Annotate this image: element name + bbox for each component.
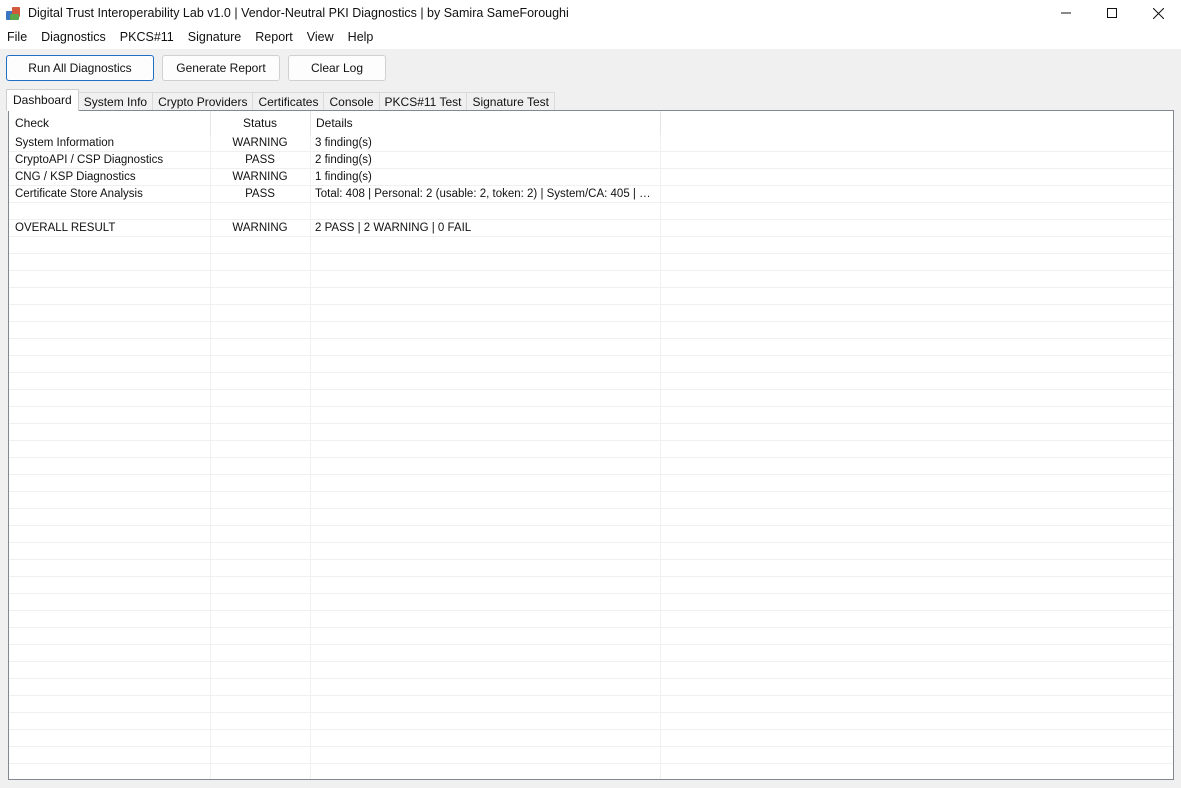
empty-row (9, 594, 1173, 611)
menu-signature[interactable]: Signature (181, 26, 249, 49)
empty-row (9, 696, 1173, 713)
cell-status: PASS (245, 188, 275, 200)
close-button[interactable] (1135, 0, 1181, 26)
maximize-button[interactable] (1089, 0, 1135, 26)
empty-row (9, 356, 1173, 373)
cell-status: WARNING (232, 137, 288, 149)
empty-row (9, 305, 1173, 322)
tab-dashboard[interactable]: Dashboard (6, 89, 79, 111)
empty-rows (9, 237, 1173, 779)
cell-details: 2 PASS | 2 WARNING | 0 FAIL (315, 222, 472, 234)
cell-check: Certificate Store Analysis (15, 188, 143, 200)
empty-row (9, 662, 1173, 679)
table-row[interactable] (9, 203, 1173, 220)
tab-strip: Dashboard System Info Crypto Providers C… (6, 89, 555, 111)
empty-row (9, 509, 1173, 526)
list-header: Check Status Details (9, 111, 1173, 135)
empty-row (9, 492, 1173, 509)
cell-details: 1 finding(s) (315, 171, 372, 183)
tab-certificates[interactable]: Certificates (252, 92, 325, 111)
table-row[interactable]: System Information WARNING 3 finding(s) (9, 135, 1173, 152)
empty-row (9, 577, 1173, 594)
empty-row (9, 645, 1173, 662)
run-all-diagnostics-button[interactable]: Run All Diagnostics (6, 55, 154, 81)
menu-help[interactable]: Help (341, 26, 381, 49)
menu-report[interactable]: Report (248, 26, 300, 49)
close-icon (1152, 7, 1164, 19)
empty-row (9, 373, 1173, 390)
empty-row (9, 237, 1173, 254)
maximize-icon (1107, 8, 1117, 18)
minimize-icon (1061, 12, 1071, 14)
cell-check: OVERALL RESULT (15, 222, 116, 234)
cell-details: 3 finding(s) (315, 137, 372, 149)
empty-row (9, 747, 1173, 764)
empty-row (9, 475, 1173, 492)
results-list[interactable]: Check Status Details System Information … (9, 111, 1173, 779)
column-header-details[interactable]: Details (310, 111, 660, 135)
cell-check: CNG / KSP Diagnostics (15, 171, 136, 183)
cell-check: System Information (15, 137, 115, 149)
empty-row (9, 764, 1173, 779)
window-title: Digital Trust Interoperability Lab v1.0 … (28, 6, 569, 20)
column-header-status[interactable]: Status (210, 111, 310, 135)
tab-console[interactable]: Console (323, 92, 380, 111)
table-row[interactable]: CryptoAPI / CSP Diagnostics PASS 2 findi… (9, 152, 1173, 169)
empty-row (9, 407, 1173, 424)
cell-status: WARNING (232, 222, 288, 234)
tab-signature-test[interactable]: Signature Test (466, 92, 555, 111)
table-row-overall[interactable]: OVERALL RESULT WARNING 2 PASS | 2 WARNIN… (9, 220, 1173, 237)
menu-diagnostics[interactable]: Diagnostics (34, 26, 113, 49)
cell-status: WARNING (232, 171, 288, 183)
column-header-check[interactable]: Check (9, 111, 210, 135)
menu-view[interactable]: View (300, 26, 341, 49)
empty-row (9, 628, 1173, 645)
cell-details: Total: 408 | Personal: 2 (usable: 2, tok… (315, 188, 657, 200)
window-controls (1043, 0, 1181, 26)
empty-row (9, 458, 1173, 475)
table-row[interactable]: Certificate Store Analysis PASS Total: 4… (9, 186, 1173, 203)
minimize-button[interactable] (1043, 0, 1089, 26)
cell-status (210, 203, 310, 219)
dashboard-panel: Check Status Details System Information … (8, 110, 1174, 780)
empty-row (9, 271, 1173, 288)
app-icon[interactable] (6, 5, 22, 21)
empty-row (9, 713, 1173, 730)
cell-check: CryptoAPI / CSP Diagnostics (15, 154, 164, 166)
cell-details: 2 finding(s) (315, 154, 372, 166)
empty-row (9, 543, 1173, 560)
empty-row (9, 424, 1173, 441)
empty-row (9, 526, 1173, 543)
toolbar: Run All Diagnostics Generate Report Clea… (0, 49, 1181, 87)
menu-bar: File Diagnostics PKCS#11 Signature Repor… (0, 26, 1181, 49)
cell-check (15, 203, 211, 219)
cell-details (315, 203, 657, 219)
empty-row (9, 339, 1173, 356)
tab-crypto-providers[interactable]: Crypto Providers (152, 92, 254, 111)
title-bar: Digital Trust Interoperability Lab v1.0 … (0, 0, 1181, 26)
list-rows: System Information WARNING 3 finding(s) … (9, 135, 1173, 779)
empty-row (9, 560, 1173, 577)
empty-row (9, 288, 1173, 305)
menu-file[interactable]: File (0, 26, 34, 49)
empty-row (9, 730, 1173, 747)
empty-row (9, 390, 1173, 407)
clear-log-button[interactable]: Clear Log (288, 55, 386, 81)
empty-row (9, 441, 1173, 458)
table-row[interactable]: CNG / KSP Diagnostics WARNING 1 finding(… (9, 169, 1173, 186)
menu-pkcs11[interactable]: PKCS#11 (113, 26, 181, 49)
empty-row (9, 679, 1173, 696)
cell-status: PASS (245, 154, 275, 166)
empty-row (9, 322, 1173, 339)
generate-report-button[interactable]: Generate Report (162, 55, 280, 81)
empty-row (9, 611, 1173, 628)
tab-pkcs11-test[interactable]: PKCS#11 Test (378, 92, 468, 111)
tab-system-info[interactable]: System Info (77, 92, 154, 111)
empty-row (9, 254, 1173, 271)
